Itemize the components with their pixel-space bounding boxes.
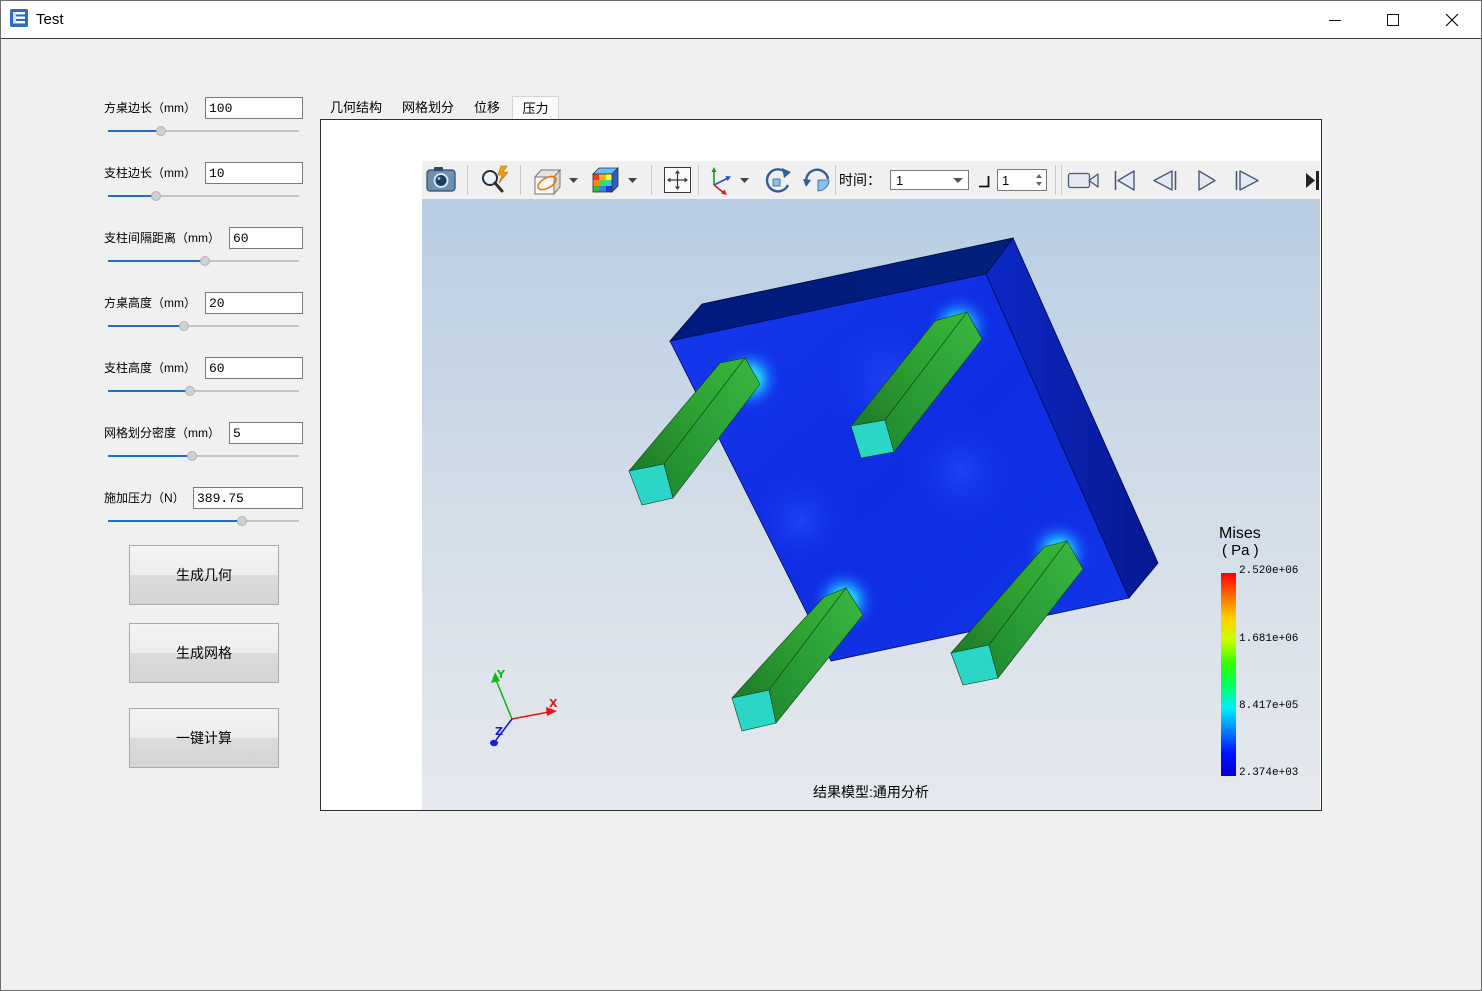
color-map-dropdown-icon[interactable] [628, 178, 637, 183]
minimize-button[interactable] [1306, 1, 1364, 38]
spin-down-icon[interactable] [1036, 182, 1042, 186]
camera-icon[interactable] [426, 167, 456, 192]
slider-handle[interactable] [179, 321, 190, 331]
next-frame-icon[interactable] [1235, 170, 1259, 191]
applied-pressure-slider[interactable] [108, 515, 299, 527]
slider-handle[interactable] [150, 191, 161, 201]
tab-geometry[interactable]: 几何结构 [323, 96, 389, 119]
slider-fill [108, 260, 206, 262]
table-height-input[interactable] [205, 292, 303, 314]
time-label: 时间： [839, 172, 881, 188]
first-frame-icon[interactable] [1114, 170, 1135, 191]
tab-pressure[interactable]: 压力 [512, 96, 559, 119]
tab-mesh[interactable]: 网格划分 [395, 96, 461, 119]
spin-up-icon[interactable] [1036, 174, 1042, 178]
step-spinbox[interactable]: 1 [997, 169, 1047, 191]
slider-handle[interactable] [187, 451, 198, 461]
step-size-icon [979, 176, 990, 188]
param-label-table-height: 方桌高度（mm） [104, 296, 196, 310]
maximize-icon [1387, 14, 1399, 26]
legend-title: Mises [1219, 525, 1261, 542]
param-label-pillar-height: 支柱高度（mm） [104, 361, 196, 375]
pillar-spacing-input[interactable] [229, 227, 303, 249]
mesh-density-slider[interactable] [108, 450, 299, 462]
last-frame-icon[interactable] [1306, 171, 1319, 190]
slider-handle[interactable] [236, 516, 247, 526]
mesh-density-input[interactable] [229, 422, 303, 444]
table-height-slider[interactable] [108, 320, 299, 332]
slider-fill [108, 130, 162, 132]
legend-colorbar [1221, 573, 1236, 776]
pillar-side-slider[interactable] [108, 190, 299, 202]
generate-mesh-button[interactable]: 生成网格 [129, 623, 279, 683]
clip-plane-dropdown-icon[interactable] [569, 178, 578, 183]
result-viewer: 时间： 1 1 Y X Z Mises (Pa) 2.520e+06 1.6… [422, 161, 1320, 810]
param-label-applied-pressure: 施加压力（N） [104, 491, 185, 505]
tab-displacement[interactable]: 位移 [465, 96, 509, 119]
title-bar: Test [1, 1, 1481, 39]
table-side-slider[interactable] [108, 125, 299, 137]
3d-viewport[interactable]: Y X Z Mises ( Pa ) 2.520e+06 1.681e+06 8… [422, 199, 1320, 810]
stress-result-scene[interactable]: Y X Z [422, 199, 1320, 810]
rotate-ccw-icon[interactable] [803, 168, 830, 192]
result-model-caption: 结果模型:通用分析 [813, 784, 929, 800]
axis-label-y: Y [496, 668, 506, 681]
pillar-side-input[interactable] [205, 162, 303, 184]
legend-unit: ( Pa ) [1222, 542, 1259, 559]
viewer-toolbar: 时间： 1 1 [422, 161, 1320, 199]
table-plate [668, 237, 1159, 662]
applied-pressure-input[interactable] [193, 487, 303, 509]
pillar-height-slider[interactable] [108, 385, 299, 397]
chevron-down-icon [953, 178, 963, 183]
param-label-table-side: 方桌边长（mm） [104, 101, 196, 115]
pillar-3 [731, 587, 864, 732]
axes-dropdown-icon[interactable] [740, 178, 749, 183]
window-title: Test [36, 11, 64, 28]
legend-tick-2: 1.681e+06 [1239, 633, 1299, 645]
slider-handle[interactable] [185, 386, 196, 396]
app-icon [10, 9, 28, 27]
maximize-button[interactable] [1364, 1, 1422, 38]
legend-tick-3: 8.417e+05 [1239, 700, 1299, 712]
slider-fill [108, 195, 156, 197]
axis-label-x: X [549, 697, 558, 710]
minimize-icon [1329, 20, 1341, 21]
axes-icon[interactable] [711, 167, 732, 195]
zoom-icon[interactable] [482, 165, 509, 193]
clip-plane-icon[interactable] [533, 168, 562, 196]
time-select-value: 1 [896, 173, 904, 188]
param-label-pillar-spacing: 支柱间隔距离（mm） [104, 231, 220, 245]
param-label-pillar-side: 支柱边长（mm） [104, 166, 196, 180]
one-click-compute-button[interactable]: 一键计算 [129, 708, 279, 768]
generate-geometry-button[interactable]: 生成几何 [129, 545, 279, 605]
close-icon [1445, 13, 1459, 27]
tab-content-pane: 时间： 1 1 Y X Z Mises (Pa) 2.520e+06 1.6… [320, 119, 1322, 811]
slider-fill [108, 455, 193, 457]
legend-tick-max: 2.520e+06 [1239, 565, 1299, 577]
slider-handle[interactable] [156, 126, 167, 136]
axis-triad: Y X Z [490, 668, 558, 747]
axis-label-z: Z [495, 725, 503, 738]
prev-frame-icon[interactable] [1153, 170, 1177, 191]
time-select[interactable]: 1 [890, 170, 969, 190]
rotate-cw-icon[interactable] [765, 168, 791, 193]
record-icon[interactable] [1067, 172, 1099, 189]
table-side-input[interactable] [205, 97, 303, 119]
close-button[interactable] [1422, 1, 1480, 38]
slider-handle[interactable] [200, 256, 211, 266]
slider-fill [108, 390, 191, 392]
step-spinbox-value: 1 [1002, 173, 1010, 188]
pillar-height-input[interactable] [205, 357, 303, 379]
slider-fill [108, 520, 242, 522]
pillar-spacing-slider[interactable] [108, 255, 299, 267]
legend-tick-min: 2.374e+03 [1239, 767, 1299, 779]
color-map-icon[interactable] [592, 167, 619, 193]
play-icon[interactable] [1198, 170, 1216, 191]
slider-fill [108, 325, 185, 327]
fit-view-icon[interactable] [664, 167, 691, 193]
param-label-mesh-density: 网格划分密度（mm） [104, 426, 220, 440]
app-window: Test 方桌边长（mm） 支柱边长（mm） 支柱间隔距离（mm） [0, 0, 1482, 991]
